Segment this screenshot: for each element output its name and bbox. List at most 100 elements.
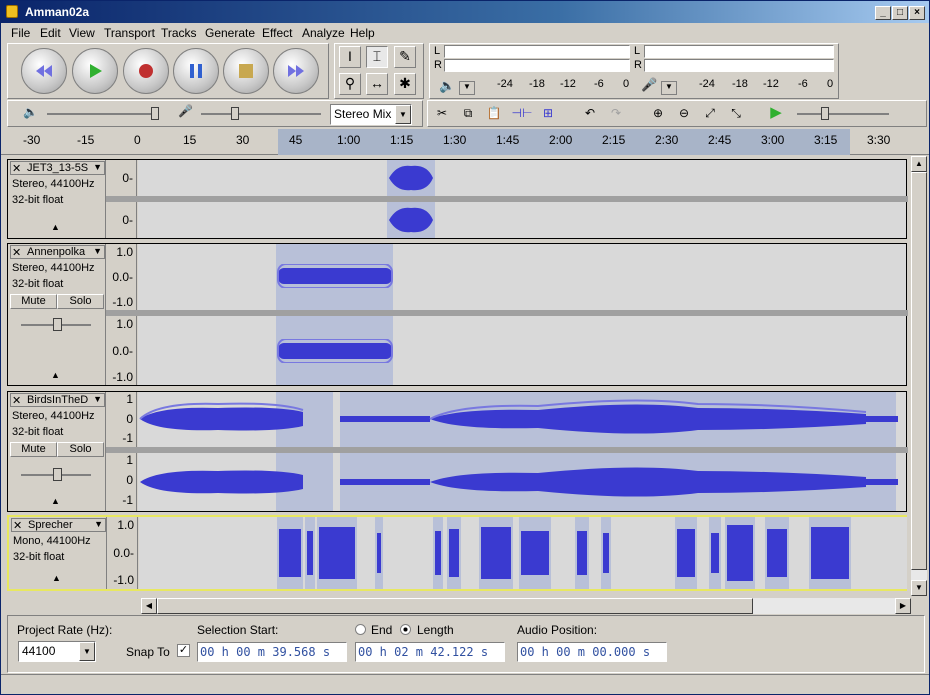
solo-button[interactable]: Solo	[57, 442, 104, 457]
snap-to-checkbox[interactable]: ✓	[177, 644, 190, 657]
collapse-icon[interactable]: ▲	[52, 573, 61, 583]
minimize-button[interactable]: _	[875, 6, 891, 20]
rec-scale-18: -18	[732, 78, 748, 90]
copy-button[interactable]: ⧉	[457, 102, 479, 124]
collapse-icon[interactable]: ▲	[51, 222, 60, 232]
scroll-down-button[interactable]: ▼	[911, 580, 927, 596]
close-button[interactable]: ×	[909, 6, 925, 20]
waveform-channel-right[interactable]	[138, 453, 906, 511]
zoom-in-button[interactable]: ⊕	[647, 102, 669, 124]
fit-project-button[interactable]: ⤡	[725, 102, 747, 124]
close-icon[interactable]: ✕	[12, 394, 21, 407]
meter-scale-18: -18	[529, 78, 545, 90]
output-volume-thumb[interactable]	[151, 107, 159, 120]
microphone-icon[interactable]: 🎤	[641, 77, 657, 93]
stop-button[interactable]	[223, 48, 269, 94]
ruler-tick: 1:15	[390, 133, 414, 147]
timeshift-tool[interactable]: ↔	[366, 73, 388, 95]
input-volume-thumb[interactable]	[231, 107, 239, 120]
track-name-menu[interactable]: ✕ Sprecher ▼	[11, 518, 106, 532]
horizontal-scrollbar[interactable]: ◀ ▶	[141, 598, 911, 614]
vertical-scroll-thumb[interactable]	[911, 172, 927, 570]
silence-button[interactable]: ⊞	[537, 102, 559, 124]
menu-effect[interactable]: Effect	[262, 26, 292, 40]
waveform-channel-left[interactable]	[138, 160, 906, 196]
envelope-tool[interactable]: ⌶	[366, 46, 388, 68]
play-speed-thumb[interactable]	[821, 107, 829, 120]
track-name: Sprecher	[28, 519, 73, 531]
mute-button[interactable]: Mute	[10, 294, 57, 309]
zoom-tool[interactable]: ⚲	[339, 73, 361, 95]
menu-generate[interactable]: Generate	[205, 26, 255, 40]
timeline-ruler[interactable]: -30 -15 0 15 30 45 1:00 1:15 1:30 1:45 2…	[1, 129, 929, 155]
waveform-channel-left[interactable]	[138, 392, 906, 447]
scroll-up-button[interactable]: ▲	[911, 156, 927, 172]
menu-view[interactable]: View	[69, 26, 95, 40]
collapse-icon[interactable]: ▲	[51, 370, 60, 380]
scroll-right-button[interactable]: ▶	[895, 598, 911, 614]
input-source-select[interactable]: Stereo Mix ▼	[330, 104, 412, 125]
multi-tool[interactable]: ✱	[394, 73, 416, 95]
end-radio[interactable]	[355, 624, 366, 635]
cut-button[interactable]: ✂	[431, 102, 453, 124]
track-name-menu[interactable]: ✕ JET3_13-5S ▼	[10, 161, 105, 175]
track-name-menu[interactable]: ✕ Annenpolka ▼	[10, 245, 105, 259]
close-icon[interactable]: ✕	[12, 246, 21, 259]
record-button[interactable]	[123, 48, 169, 94]
track-name-menu[interactable]: ✕ BirdsInTheD ▼	[10, 393, 105, 407]
pause-button[interactable]	[173, 48, 219, 94]
play-at-speed-button[interactable]: ▶	[765, 102, 787, 124]
scale-label: 0.0-	[113, 546, 134, 560]
skip-end-button[interactable]	[273, 48, 319, 94]
input-volume-slider[interactable]	[201, 113, 321, 115]
close-icon[interactable]: ✕	[13, 519, 22, 532]
selection-end-field[interactable]: 00 h 02 m 42.122 s	[355, 642, 505, 662]
paste-button[interactable]: 📋	[483, 102, 505, 124]
gain-thumb[interactable]	[53, 318, 62, 331]
mute-button[interactable]: Mute	[10, 442, 57, 457]
window-title: Amman02a	[25, 5, 90, 19]
menu-help[interactable]: Help	[350, 26, 375, 40]
speaker-icon[interactable]: 🔈	[439, 78, 455, 94]
zoom-out-button[interactable]: ⊖	[673, 102, 695, 124]
horizontal-scroll-thumb[interactable]	[157, 598, 753, 614]
menu-transport[interactable]: Transport	[104, 26, 155, 40]
waveform	[139, 399, 898, 434]
waveform-channel-left[interactable]	[138, 244, 906, 310]
record-meter-menu[interactable]: ▼	[661, 81, 677, 95]
play-button[interactable]	[72, 48, 118, 94]
chevron-down-icon: ▼	[94, 519, 103, 529]
play-speed-slider[interactable]	[797, 113, 889, 115]
scale-label: 0-	[122, 213, 133, 227]
solo-button[interactable]: Solo	[57, 294, 104, 309]
waveform	[140, 467, 898, 497]
undo-button[interactable]: ↶	[579, 102, 601, 124]
menu-file[interactable]: File	[11, 26, 30, 40]
waveform-channel[interactable]	[139, 517, 907, 589]
close-icon[interactable]: ✕	[12, 162, 21, 175]
selection-start-field[interactable]: 00 h 00 m 39.568 s	[197, 642, 347, 662]
menu-tracks[interactable]: Tracks	[161, 26, 197, 40]
project-rate-select[interactable]: 44100 ▼	[18, 641, 96, 662]
waveform-channel-right[interactable]	[138, 202, 906, 238]
redo-button[interactable]: ↷	[605, 102, 627, 124]
audio-position-field[interactable]: 00 h 00 m 00.000 s	[517, 642, 667, 662]
vertical-scrollbar[interactable]: ▲ ▼	[911, 156, 927, 596]
fit-selection-button[interactable]: ⤢	[699, 102, 721, 124]
draw-tool[interactable]: ✎	[394, 46, 416, 68]
length-radio[interactable]	[400, 624, 411, 635]
trim-button[interactable]: ⊣⊢	[511, 102, 533, 124]
play-icon: ▶	[770, 104, 782, 121]
menu-edit[interactable]: Edit	[40, 26, 61, 40]
selection-tool[interactable]: I	[339, 46, 361, 68]
track-format: Stereo, 44100Hz	[12, 262, 95, 274]
collapse-icon[interactable]: ▲	[51, 496, 60, 506]
gain-thumb[interactable]	[53, 468, 62, 481]
playback-meter-menu[interactable]: ▼	[459, 81, 475, 95]
scroll-left-button[interactable]: ◀	[141, 598, 157, 614]
menu-analyze[interactable]: Analyze	[302, 26, 345, 40]
waveform-channel-right[interactable]	[138, 316, 906, 385]
output-volume-slider[interactable]	[47, 113, 159, 115]
skip-start-button[interactable]	[21, 48, 67, 94]
maximize-button[interactable]: □	[892, 6, 908, 20]
